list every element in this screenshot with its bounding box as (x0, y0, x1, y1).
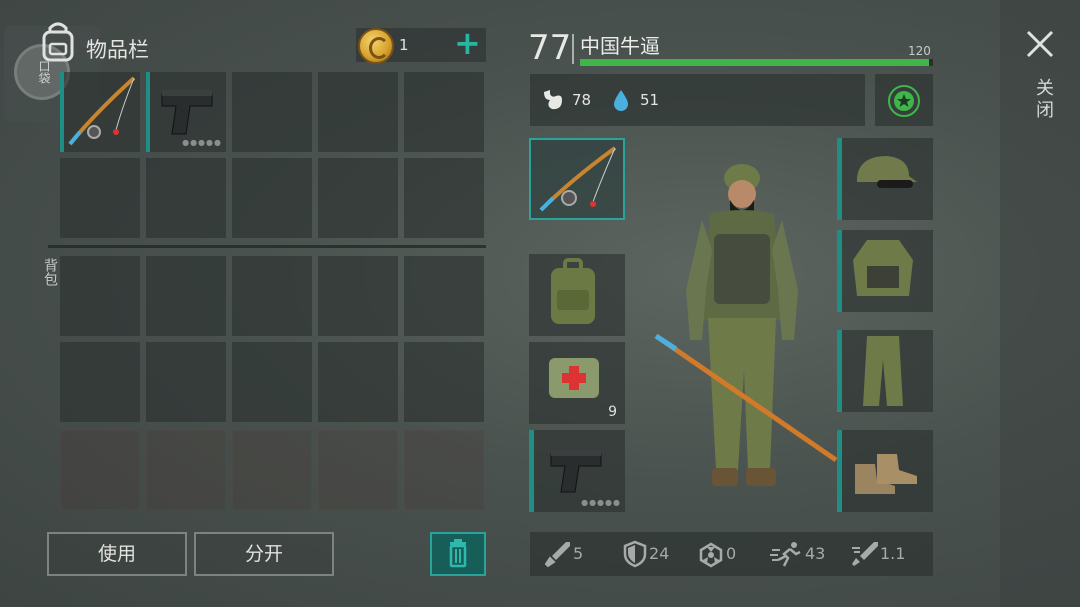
character-level: 77 (528, 28, 572, 68)
inventory-slot[interactable] (318, 342, 398, 422)
inventory-slot[interactable] (404, 430, 484, 510)
split-button[interactable]: 分开 (194, 532, 334, 576)
inventory-slot[interactable] (60, 256, 140, 336)
pistol-icon (550, 450, 602, 493)
inventory-slot[interactable] (232, 256, 312, 336)
inventory-slot[interactable] (404, 256, 484, 336)
inventory-slot[interactable] (318, 72, 398, 152)
inventory-slot[interactable] (146, 256, 226, 336)
medkit-count: 9 (608, 404, 617, 420)
inventory-slot[interactable] (60, 430, 140, 510)
pocket-button-label: 口袋 (37, 60, 51, 84)
inventory-slot[interactable] (232, 342, 312, 422)
pants-icon (863, 336, 903, 406)
inventory-slot[interactable] (232, 72, 312, 152)
coin-icon (358, 28, 394, 64)
inventory-slot[interactable] (318, 158, 398, 238)
hp-bar-fill (580, 59, 929, 66)
inventory-slot[interactable] (404, 72, 484, 152)
boots-slot[interactable] (837, 430, 933, 512)
sword-icon (544, 542, 570, 568)
medkit-slot[interactable]: 9 (529, 342, 625, 424)
defense-value: 24 (649, 544, 670, 563)
radiation-icon (699, 542, 723, 568)
perks-button[interactable] (888, 85, 920, 117)
inventory-slot[interactable] (146, 158, 226, 238)
shield-icon (623, 540, 647, 568)
add-coins-button[interactable]: + (454, 27, 481, 59)
ammo-dots: ●●●●● (581, 498, 621, 507)
fishing-rod-icon (539, 146, 617, 212)
backpack-icon (42, 22, 74, 62)
secondary-weapon-slot[interactable]: ●●●●● (529, 430, 625, 512)
inventory-slot[interactable] (318, 256, 398, 336)
weapon-slot[interactable] (529, 138, 625, 220)
attack-speed-icon (852, 542, 878, 566)
damage-value: 5 (573, 544, 584, 563)
backpack-slot[interactable] (529, 254, 625, 336)
ammo-dots: ●●●●● (182, 138, 222, 147)
close-icon[interactable] (1024, 28, 1056, 60)
inventory-slot[interactable] (404, 158, 484, 238)
fishing-rod-icon (68, 76, 136, 146)
backpack-icon (551, 258, 595, 324)
coin-count: 1 (399, 36, 409, 54)
inventory-slot[interactable] (60, 342, 140, 422)
inventory-slot[interactable]: ●●●●● (146, 72, 226, 152)
pants-slot[interactable] (837, 330, 933, 412)
use-button[interactable]: 使用 (47, 532, 187, 576)
inventory-slot[interactable] (232, 430, 312, 510)
jacket-icon (853, 240, 913, 296)
inventory-slot[interactable] (146, 430, 226, 510)
inventory-slot[interactable] (232, 158, 312, 238)
inventory-slot[interactable] (60, 158, 140, 238)
body-armor-slot[interactable] (837, 230, 933, 312)
attack-speed-value: 1.1 (880, 544, 906, 563)
hat-slot[interactable] (837, 138, 933, 220)
inventory-slot[interactable] (318, 430, 398, 510)
speed-value: 43 (805, 544, 826, 563)
inventory-slot[interactable] (60, 72, 140, 152)
inventory-divider (48, 245, 486, 248)
trash-icon (449, 539, 467, 568)
star-icon (894, 91, 914, 111)
close-label[interactable]: 关闭 (1030, 78, 1056, 122)
stomach-icon (544, 90, 562, 110)
running-icon (770, 542, 801, 567)
inventory-slot[interactable] (404, 342, 484, 422)
water-drop-icon (614, 90, 628, 111)
character-name: 中国牛逼 (580, 34, 660, 58)
level-separator (572, 34, 574, 64)
character-model (654, 164, 838, 486)
food-value: 78 (572, 91, 592, 109)
boots-icon (855, 454, 917, 494)
water-value: 51 (640, 91, 660, 109)
cap-icon (857, 156, 917, 188)
inventory-title: 物品栏 (86, 38, 149, 62)
inventory-slot[interactable] (146, 342, 226, 422)
hp-max: 120 (908, 44, 931, 58)
delete-button[interactable] (430, 532, 486, 576)
backpack-section-label: 背包 (42, 258, 58, 286)
radiation-value: 0 (726, 544, 737, 563)
